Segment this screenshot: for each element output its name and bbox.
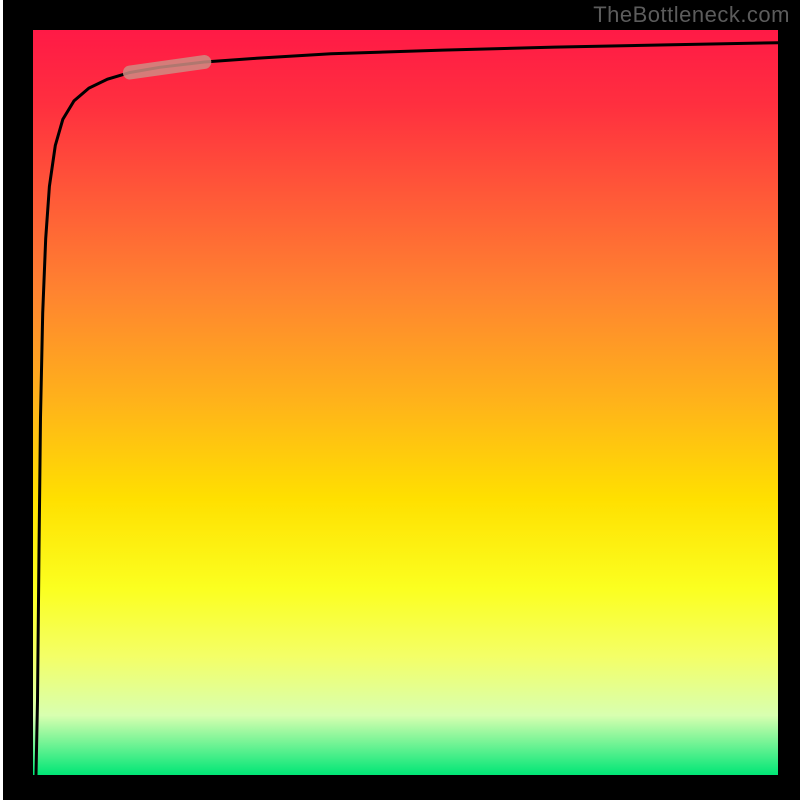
chart-svg xyxy=(0,0,800,800)
attribution-label: TheBottleneck.com xyxy=(593,2,790,28)
curve-highlight-segment xyxy=(130,62,204,73)
performance-curve xyxy=(36,43,778,775)
chart-stage: TheBottleneck.com xyxy=(0,0,800,800)
plot-frame xyxy=(18,15,793,790)
